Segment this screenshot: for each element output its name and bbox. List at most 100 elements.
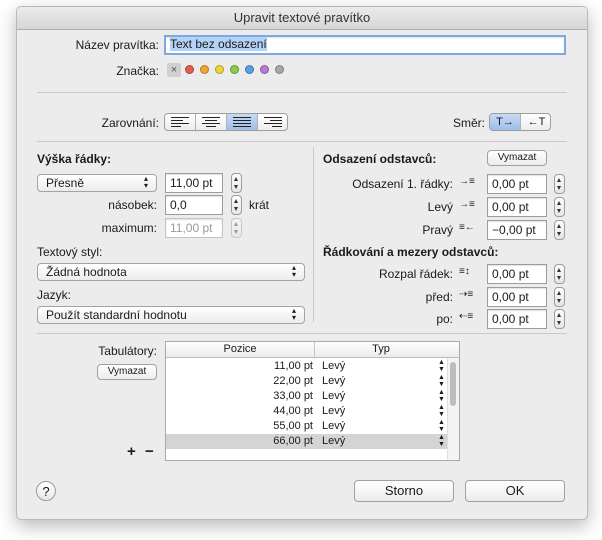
tabs-table-header: Pozice Typ [166, 342, 459, 358]
tab-type-popup-icon[interactable]: ▲ ▼ [438, 389, 445, 403]
tab-position-cell: 33,00 pt [273, 390, 313, 402]
ruler-name-label: Název pravítka: [75, 38, 159, 52]
multiple-input[interactable]: 0,0 [165, 195, 223, 215]
left-indent-stepper[interactable] [554, 197, 565, 217]
tag-gray-dot[interactable] [275, 65, 284, 74]
window-title: Upravit textové pravítko [17, 7, 587, 30]
tag-label: Značka: [116, 64, 159, 78]
tab-type-popup-icon[interactable]: ▲ ▼ [438, 434, 445, 448]
spacing-before-input[interactable]: 0,00 pt [487, 287, 547, 307]
first-line-indent-stepper[interactable] [554, 174, 565, 194]
direction-rtl-button[interactable]: ←T [521, 114, 550, 130]
table-row[interactable]: 11,00 pt Levý ▲ ▼ [166, 359, 448, 374]
line-height-mode-popup[interactable]: Přesně ▴ ▾ [37, 174, 157, 192]
spacing-heading: Řádkování a mezery odstavců: [323, 245, 499, 259]
tab-type-cell[interactable]: Levý [322, 404, 345, 419]
multiple-label: násobek: [108, 198, 157, 212]
tab-type-cell[interactable]: Levý [322, 419, 345, 434]
left-indent-input[interactable]: 0,00 pt [487, 197, 547, 217]
maximum-input: 11,00 pt [165, 218, 223, 238]
direction-label: Směr: [452, 116, 485, 130]
ok-button[interactable]: OK [465, 480, 565, 502]
cancel-button[interactable]: Storno [354, 480, 454, 502]
tab-type-cell[interactable]: Levý [322, 374, 345, 389]
direction-ltr-button[interactable]: T→ [490, 114, 521, 130]
add-tab-button[interactable]: + [127, 443, 136, 460]
spacing-after-stepper[interactable] [554, 309, 565, 329]
indents-clear-button[interactable]: Vymazat [487, 150, 547, 166]
multiple-stepper[interactable] [231, 195, 242, 215]
tag-green-dot[interactable] [230, 65, 239, 74]
language-popup[interactable]: Použít standardní hodnotu ▴ ▾ [37, 306, 305, 324]
tab-type-popup-icon[interactable]: ▲ ▼ [438, 404, 445, 418]
table-row[interactable]: 22,00 pt Levý ▲ ▼ [166, 374, 448, 389]
spacing-before-icon: ⇢≡ [459, 289, 474, 300]
text-style-label: Textový styl: [37, 245, 103, 259]
maximum-label: maximum: [101, 221, 157, 235]
tab-type-popup-icon[interactable]: ▲ ▼ [438, 374, 445, 388]
table-row[interactable]: 44,00 pt Levý ▲ ▼ [166, 404, 448, 419]
tabs-clear-button[interactable]: Vymazat [97, 364, 157, 380]
language-value: Použít standardní hodnotu [46, 308, 187, 322]
spacing-before-stepper[interactable] [554, 287, 565, 307]
tab-position-cell: 11,00 pt [274, 360, 313, 372]
tab-type-cell[interactable]: Levý [322, 359, 345, 374]
no-tag-icon[interactable]: × [167, 63, 181, 77]
column-divider [313, 147, 314, 322]
right-indent-stepper[interactable] [554, 220, 565, 240]
tab-type-cell[interactable]: Levý [322, 434, 345, 449]
separator [37, 333, 567, 334]
direction-segmented-control: T→ ←T [489, 113, 551, 131]
popup-arrows-icon: ▴ ▾ [292, 306, 297, 322]
line-spacing-input[interactable]: 0,00 pt [487, 264, 547, 284]
line-height-heading: Výška řádky: [37, 152, 112, 166]
table-row[interactable] [166, 449, 448, 460]
line-height-stepper[interactable] [231, 173, 242, 193]
column-header-type[interactable]: Typ [315, 342, 447, 357]
separator [37, 92, 567, 93]
first-line-indent-label: Odsazení 1. řádky: [352, 177, 453, 191]
ruler-name-input[interactable]: Text bez odsazení [164, 35, 566, 55]
alignment-segmented-control [164, 113, 288, 131]
help-button[interactable]: ? [36, 481, 56, 501]
table-row[interactable]: 33,00 pt Levý ▲ ▼ [166, 389, 448, 404]
tab-position-cell: 66,00 pt [273, 435, 313, 447]
popup-arrows-icon: ▴ ▾ [144, 174, 149, 190]
text-style-value: Žádná hodnota [46, 265, 127, 279]
align-center-button[interactable] [196, 114, 227, 130]
align-right-button[interactable] [258, 114, 287, 130]
tab-position-cell: 55,00 pt [273, 420, 313, 432]
text-style-popup[interactable]: Žádná hodnota ▴ ▾ [37, 263, 305, 281]
align-right-icon [264, 117, 282, 129]
table-row[interactable]: 66,00 pt Levý ▲ ▼ [166, 434, 448, 449]
line-spacing-stepper[interactable] [554, 264, 565, 284]
tabs-table: Pozice Typ 11,00 pt Levý ▲ ▼ 22,00 pt Levý ▲ ▼ 3… [165, 341, 460, 461]
tag-blue-dot[interactable] [245, 65, 254, 74]
line-height-value-input[interactable]: 11,00 pt [165, 173, 223, 193]
left-indent-icon: →≡ [459, 199, 475, 210]
spacing-after-input[interactable]: 0,00 pt [487, 309, 547, 329]
tag-orange-dot[interactable] [200, 65, 209, 74]
tag-red-dot[interactable] [185, 65, 194, 74]
right-indent-label: Pravý [422, 223, 453, 237]
table-row[interactable]: 55,00 pt Levý ▲ ▼ [166, 419, 448, 434]
first-line-indent-input[interactable]: 0,00 pt [487, 174, 547, 194]
multiple-unit-label: krát [249, 198, 270, 212]
line-height-mode-value: Přesně [46, 176, 85, 190]
remove-tab-button[interactable]: − [145, 443, 154, 460]
popup-arrows-icon: ▴ ▾ [292, 263, 297, 279]
first-line-indent-icon: →≡ [459, 176, 475, 187]
column-header-position[interactable]: Pozice [166, 342, 315, 357]
tab-type-popup-icon[interactable]: ▲ ▼ [438, 359, 445, 373]
tab-type-popup-icon[interactable]: ▲ ▼ [438, 419, 445, 433]
align-justify-button[interactable] [227, 114, 258, 130]
tag-purple-dot[interactable] [260, 65, 269, 74]
tag-yellow-dot[interactable] [215, 65, 224, 74]
tab-type-cell[interactable]: Levý [322, 389, 345, 404]
scrollbar-thumb[interactable] [450, 362, 456, 406]
right-indent-input[interactable]: −0,00 pt [487, 220, 547, 240]
language-label: Jazyk: [37, 288, 72, 302]
align-left-button[interactable] [165, 114, 196, 130]
left-indent-label: Levý [427, 200, 453, 214]
tabs-scrollbar[interactable] [447, 358, 459, 460]
